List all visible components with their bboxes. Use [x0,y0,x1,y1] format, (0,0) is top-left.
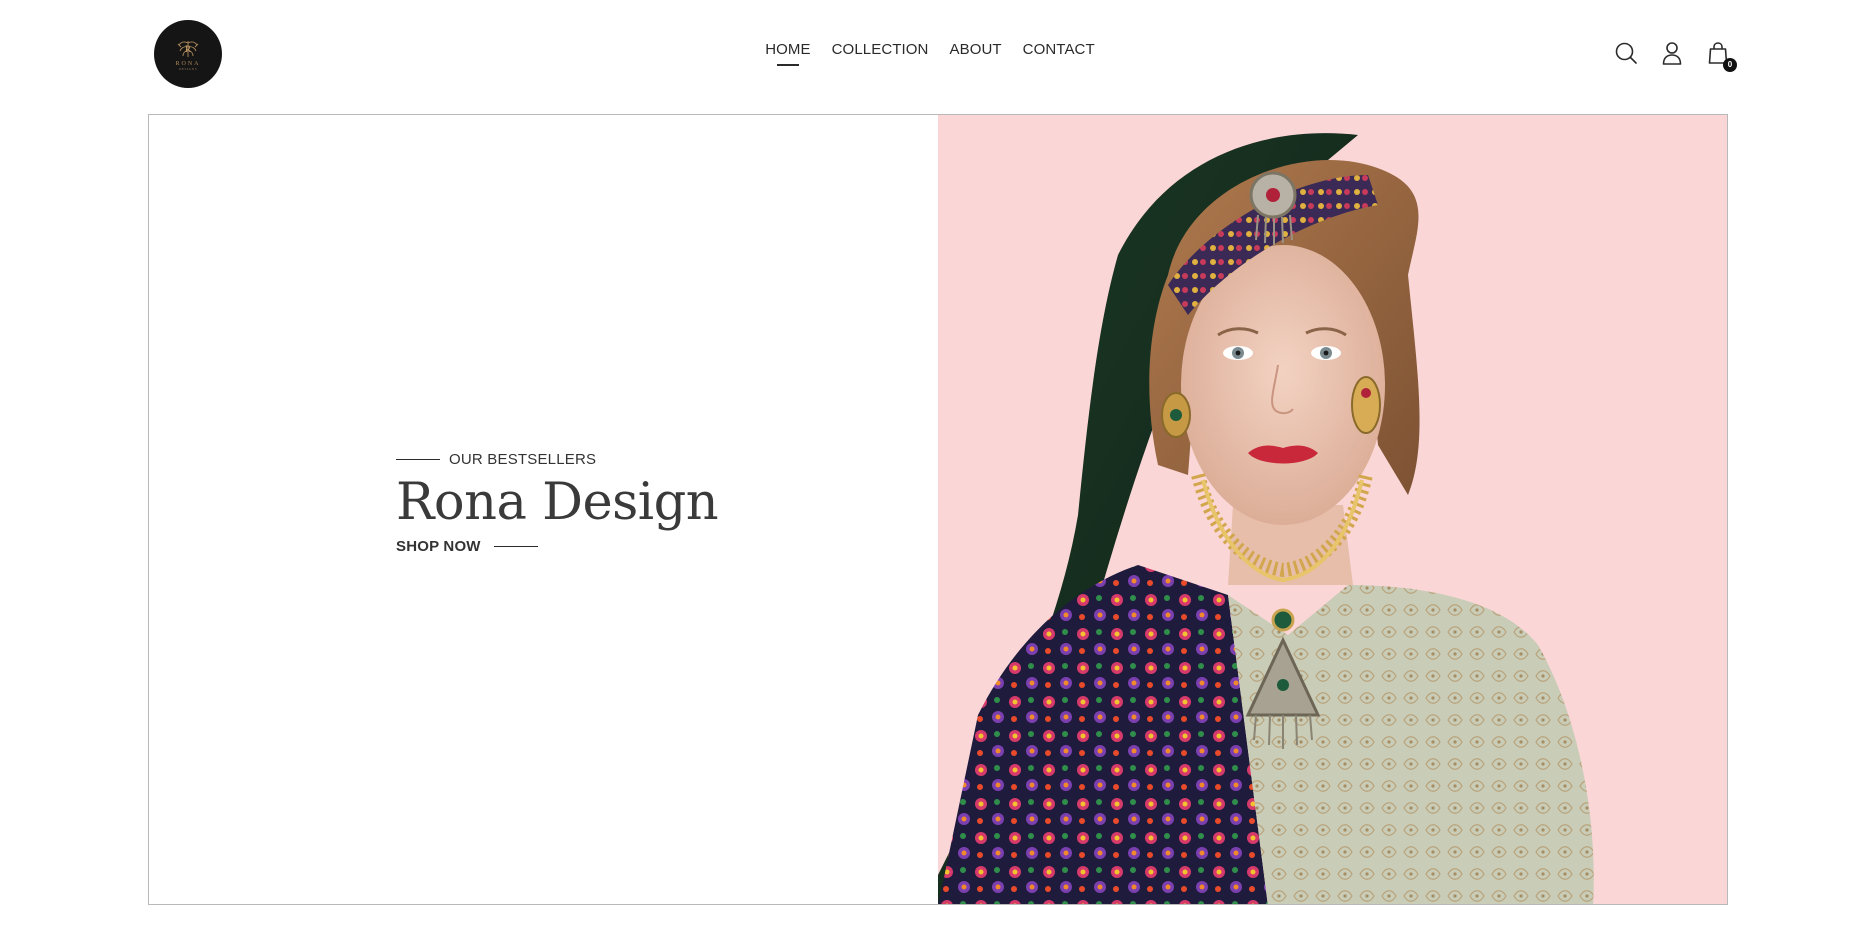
hero-text-panel: OUR BESTSELLERS Rona Design SHOP NOW [149,115,938,904]
header-icons: 0 [1614,41,1737,72]
cart-count-badge: 0 [1723,58,1737,72]
main-nav: HOME COLLECTION ABOUT CONTACT [0,41,1852,58]
hero-text-block: OUR BESTSELLERS Rona Design SHOP NOW [396,451,719,555]
hero-image-panel [938,115,1727,904]
account-button[interactable] [1660,41,1684,65]
search-icon [1615,42,1637,64]
nav-item-about[interactable]: ABOUT [949,41,1001,58]
hero-banner: OUR BESTSELLERS Rona Design SHOP NOW [148,114,1728,905]
shop-now-divider [493,545,538,548]
hero-title: Rona Design [396,473,719,532]
nav-item-collection[interactable]: COLLECTION [832,41,929,58]
hero-eyebrow: OUR BESTSELLERS [396,451,718,468]
nav-item-contact[interactable]: CONTACT [1023,41,1095,58]
logo-subtext: DESIGNS [178,66,198,71]
search-button[interactable] [1614,41,1638,65]
user-icon [1662,42,1682,65]
eyebrow-label: OUR BESTSELLERS [449,451,597,468]
eyebrow-divider [396,458,440,461]
hero-model-image [938,133,1594,904]
site-header: R RONA DESIGNS HOME COLLECTION ABOUT CON… [0,0,1852,108]
nav-item-home[interactable]: HOME [765,41,810,58]
shop-now-link[interactable]: SHOP NOW [396,538,718,555]
cart-button[interactable]: 0 [1706,41,1737,72]
shop-now-label: SHOP NOW [396,538,481,555]
